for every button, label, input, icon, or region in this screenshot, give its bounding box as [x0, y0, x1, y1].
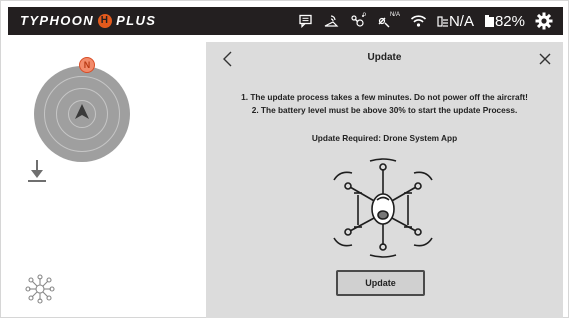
hexacopter-drone-icon — [333, 158, 433, 258]
home-point-icon[interactable] — [27, 160, 47, 186]
h-logo-icon: H — [98, 13, 113, 28]
update-dialog: Update 1. The update process takes a few… — [206, 42, 563, 318]
satellite-signal-icon — [323, 11, 339, 31]
dialog-title: Update — [367, 52, 402, 63]
update-instructions: 1. The update process takes a few minute… — [206, 91, 563, 117]
chat-bubble-icon[interactable] — [298, 11, 313, 31]
instruction-line-1: 1. The update process takes a few minute… — [241, 92, 528, 102]
gear-icon[interactable] — [535, 11, 553, 31]
update-button[interactable]: Update — [336, 270, 425, 296]
signal-text: N/A — [448, 12, 474, 30]
camera-drone-icon: o — [349, 11, 366, 31]
brand-name: TYPHOON — [20, 13, 95, 28]
update-required-text: Update Required: Drone System App — [311, 133, 458, 143]
wifi-icon — [410, 11, 427, 31]
telemetry-group: o N/A N/A 82% — [298, 11, 553, 31]
aircraft-arrow-icon — [75, 104, 89, 119]
battery-text: 82% — [494, 12, 525, 30]
battery-icon: 82% — [484, 11, 525, 31]
brand-suffix: PLUS — [116, 13, 157, 28]
drone-view-icon[interactable] — [25, 274, 55, 304]
close-icon[interactable] — [535, 49, 555, 69]
north-indicator: N — [79, 57, 95, 73]
gps-icon: N/A — [376, 11, 400, 31]
compass-radar[interactable] — [34, 66, 130, 162]
gps-superscript: N/A — [389, 12, 400, 18]
degree-mark: o — [362, 12, 366, 18]
instruction-line-2: 2. The battery level must be above 30% t… — [251, 105, 518, 115]
brand-logo: TYPHOON H PLUS — [20, 13, 156, 28]
remote-signal-icon: N/A — [437, 11, 474, 31]
status-bar: TYPHOON H PLUS o N/A N/A 82% — [8, 7, 563, 35]
